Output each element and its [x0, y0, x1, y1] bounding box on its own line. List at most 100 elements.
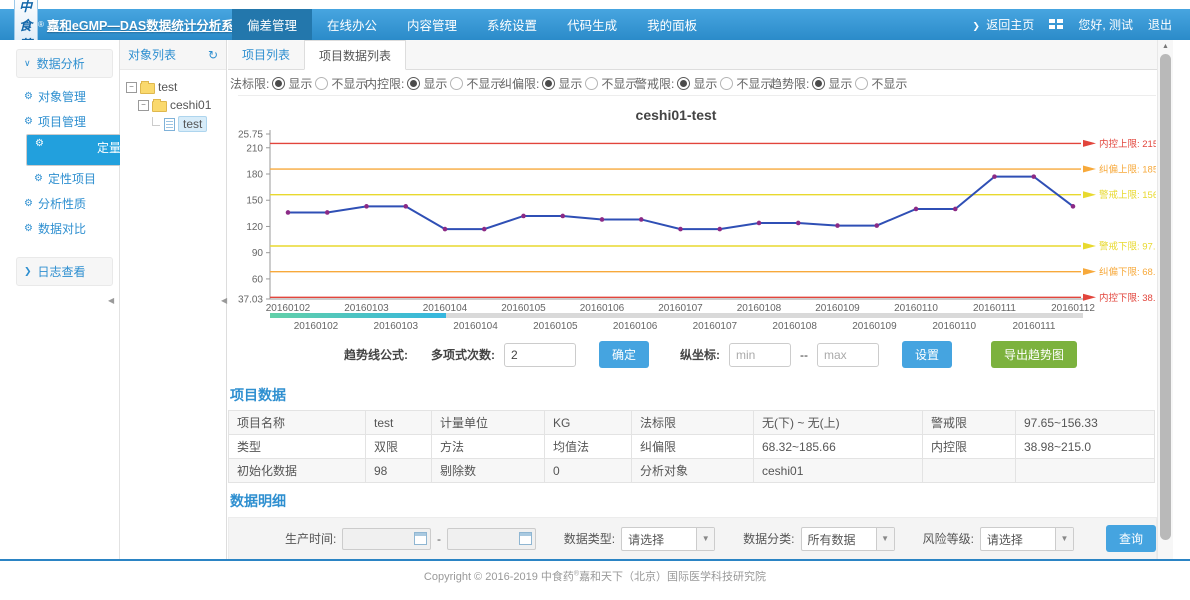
gear-icon: ⚙: [24, 117, 33, 127]
trend-formula-label: 趋势线公式:: [344, 346, 408, 363]
toggle-standard-limit: 法标限: 显示 不显示: [230, 75, 365, 92]
tab-bar: 项目列表 项目数据列表: [228, 40, 1157, 70]
logout-link[interactable]: 退出: [1148, 16, 1172, 33]
sidebar-item-qualitative[interactable]: ⚙ 定性项目: [26, 166, 113, 191]
svg-text:20160103: 20160103: [344, 303, 389, 314]
data-type-label: 数据类型:: [564, 530, 615, 547]
menu-item-deviation[interactable]: 偏差管理: [232, 9, 312, 40]
poly-degree-input[interactable]: [504, 343, 576, 367]
panel-collapse-handle[interactable]: ◀: [221, 296, 227, 305]
prod-time-start-input[interactable]: [342, 528, 431, 550]
prod-time-end-input[interactable]: [447, 528, 536, 550]
object-tree: − test − ceshi01 test: [120, 70, 226, 134]
export-trend-chart-button[interactable]: 导出趋势图: [991, 341, 1077, 368]
back-home-link[interactable]: ❯ 返回主页: [972, 16, 1034, 33]
svg-text:警戒上限: 156.33: 警戒上限: 156.33: [1099, 189, 1156, 201]
gear-icon: ⚙: [24, 199, 33, 209]
set-button[interactable]: 设置: [902, 341, 952, 368]
svg-text:20160104: 20160104: [423, 303, 468, 314]
sidebar-group-data-analysis[interactable]: ∨ 数据分析: [16, 49, 113, 78]
limit-toggle-row: 法标限: 显示 不显示 内控限: 显示 不显示 纠偏限: 显示 不显示 警戒限:…: [228, 70, 1157, 95]
menu-item-online-office[interactable]: 在线办公: [312, 9, 392, 40]
toggle-trend-limit: 趋势限: 显示 不显示: [770, 75, 905, 92]
logo: 中食药 ® 嘉和eGMP—DAS数据统计分析系统: [0, 9, 232, 40]
svg-text:20160105: 20160105: [501, 303, 546, 314]
project-data-heading: 项目数据: [228, 377, 1157, 410]
gear-icon: ⚙: [24, 92, 33, 102]
folder-icon: [140, 83, 155, 94]
project-data-table: 项目名称test 计量单位KG 法标限无(下) ~ 无(上) 警戒限97.65~…: [228, 410, 1155, 483]
gear-icon: ⚙: [24, 224, 33, 234]
svg-text:210: 210: [246, 143, 263, 154]
toggle-correction-limit: 纠偏限: 显示 不显示: [500, 75, 635, 92]
tab-project-list[interactable]: 项目列表: [228, 40, 304, 69]
menu-item-content[interactable]: 内容管理: [392, 9, 472, 40]
trend-chart[interactable]: ceshi01-test225.75210180150120906037.03内…: [238, 95, 1156, 336]
main-menu: 偏差管理 在线办公 内容管理 系统设置 代码生成 我的面板: [232, 9, 712, 40]
svg-text:20160111: 20160111: [973, 303, 1016, 314]
menu-item-codegen[interactable]: 代码生成: [552, 9, 632, 40]
tree-node-child[interactable]: − ceshi01: [138, 96, 222, 114]
data-class-select[interactable]: 所有数据 ▼: [801, 527, 895, 551]
y-min-input[interactable]: [729, 343, 791, 367]
svg-text:225.75: 225.75: [238, 130, 263, 141]
tab-project-data-list[interactable]: 项目数据列表: [304, 40, 406, 70]
apps-grid-icon[interactable]: [1049, 19, 1063, 30]
radio-hide[interactable]: [720, 77, 733, 90]
table-row: 项目名称test 计量单位KG 法标限无(下) ~ 无(上) 警戒限97.65~…: [229, 411, 1155, 435]
sidebar-collapse-handle[interactable]: ◀: [108, 296, 114, 305]
collapse-box-icon[interactable]: −: [138, 100, 149, 111]
risk-level-select[interactable]: 请选择 ▼: [980, 527, 1074, 551]
radio-show[interactable]: [677, 77, 690, 90]
tree-node-leaf[interactable]: test: [152, 114, 222, 134]
scroll-up-icon[interactable]: ▲: [1158, 40, 1173, 53]
radio-show[interactable]: [542, 77, 555, 90]
svg-text:60: 60: [252, 274, 264, 285]
calendar-icon[interactable]: [414, 532, 427, 545]
sidebar-item-analysis-props[interactable]: ⚙ 分析性质: [16, 191, 113, 216]
sidebar-item-object-mgmt[interactable]: ⚙ 对象管理: [16, 84, 113, 109]
radio-hide[interactable]: [450, 77, 463, 90]
svg-text:20160110: 20160110: [932, 321, 976, 332]
object-list-title: 对象列表: [128, 46, 176, 63]
data-class-label: 数据分类:: [743, 530, 794, 547]
calendar-icon[interactable]: [519, 532, 532, 545]
query-button[interactable]: 查询: [1106, 525, 1156, 552]
y-max-input[interactable]: [817, 343, 879, 367]
sidebar-item-data-compare[interactable]: ⚙ 数据对比: [16, 216, 113, 241]
vertical-scrollbar[interactable]: ▲ ▼: [1157, 40, 1173, 568]
sidebar-item-project-mgmt[interactable]: ⚙ 项目管理: [16, 109, 113, 134]
dropdown-arrow-icon: ▼: [1055, 528, 1073, 550]
radio-show[interactable]: [272, 77, 285, 90]
svg-text:20160112: 20160112: [1051, 303, 1095, 314]
app-title: 嘉和eGMP—DAS数据统计分析系统: [47, 15, 246, 34]
scrollbar-thumb[interactable]: [1160, 54, 1171, 540]
prod-time-label: 生产时间:: [285, 530, 336, 547]
data-detail-heading: 数据明细: [228, 483, 1157, 516]
data-type-select[interactable]: 请选择 ▼: [621, 527, 715, 551]
radio-hide[interactable]: [315, 77, 328, 90]
dropdown-arrow-icon: ▼: [876, 528, 894, 550]
table-row: 类型双限 方法均值法 纠偏限68.32~185.66 内控限38.98~215.…: [229, 435, 1155, 459]
radio-hide[interactable]: [585, 77, 598, 90]
collapse-box-icon[interactable]: −: [126, 82, 137, 93]
menu-item-system[interactable]: 系统设置: [472, 9, 552, 40]
gear-icon: ⚙: [34, 174, 43, 184]
radio-show[interactable]: [407, 77, 420, 90]
svg-text:20160109: 20160109: [815, 303, 860, 314]
radio-show[interactable]: [812, 77, 825, 90]
confirm-button[interactable]: 确定: [599, 341, 649, 368]
sidebar-group-log-view[interactable]: ❯ 日志查看: [16, 257, 113, 286]
copyright-text: Copyright © 2016-2019 中食药®嘉和天下（北京）国际医学科技…: [424, 568, 766, 584]
refresh-icon[interactable]: ↻: [208, 48, 218, 62]
radio-hide[interactable]: [855, 77, 868, 90]
trend-controls: 趋势线公式: 多项式次数: 确定 纵坐标: -- 设置 导出趋势图: [228, 336, 1157, 377]
svg-text:120: 120: [246, 222, 263, 233]
svg-text:90: 90: [252, 248, 264, 259]
menu-item-dashboard[interactable]: 我的面板: [632, 9, 712, 40]
tree-node-root[interactable]: − test: [126, 78, 222, 96]
app-page: 中食药 ® 嘉和eGMP—DAS数据统计分析系统 偏差管理 在线办公 内容管理 …: [0, 0, 1190, 600]
tree-connector: [152, 117, 160, 126]
risk-level-label: 风险等级:: [923, 530, 974, 547]
svg-text:内控下限: 38.98: 内控下限: 38.98: [1099, 292, 1156, 304]
